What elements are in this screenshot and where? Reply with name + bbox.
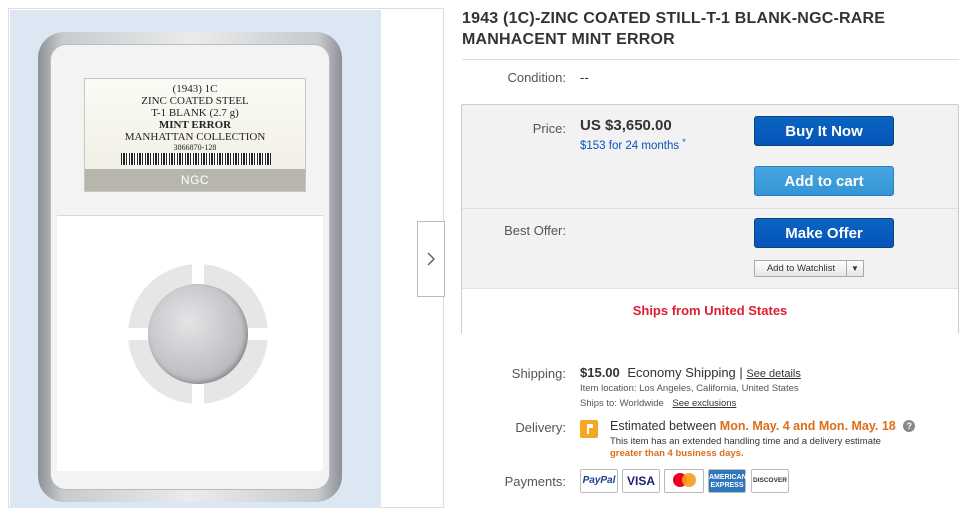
watchlist-control[interactable]: Add to Watchlist ▼: [754, 260, 864, 277]
price-label: Price:: [532, 121, 566, 136]
label-line-cert: 3866870-128: [173, 143, 217, 152]
make-offer-button[interactable]: Make Offer: [754, 218, 894, 248]
label-line-error: MINT ERROR: [158, 119, 232, 131]
slab-label: (1943) 1C ZINC COATED STEEL T-1 BLANK (2…: [84, 78, 306, 192]
item-location: Item location: Los Angeles, California, …: [580, 383, 799, 394]
coin-holder: [128, 264, 268, 404]
financing-link[interactable]: $153 for 24 months *: [580, 137, 686, 152]
item-photo[interactable]: (1943) 1C ZINC COATED STEEL T-1 BLANK (2…: [10, 10, 381, 508]
buy-it-now-button[interactable]: Buy It Now: [754, 116, 894, 146]
label-line-composition: ZINC COATED STEEL: [141, 95, 249, 107]
coin: [148, 284, 248, 384]
image-gallery: (1943) 1C ZINC COATED STEEL T-1 BLANK (2…: [8, 8, 445, 508]
help-icon[interactable]: ?: [903, 420, 916, 432]
label-line-blank: T-1 BLANK (2.7 g): [151, 107, 239, 119]
shipping-method: Economy Shipping |: [627, 365, 743, 380]
shipping-info: $15.00 Economy Shipping | See details: [580, 365, 801, 380]
discover-text: DISCOVER: [753, 477, 787, 484]
delivery-note: This item has an extended handling time …: [610, 436, 881, 447]
flag-icon: [580, 420, 598, 438]
mastercard-yellow-circle: [682, 473, 696, 487]
shipping-label: Shipping:: [511, 366, 566, 381]
label-line-collection: MANHATTAN COLLECTION: [124, 131, 266, 143]
label-line-date: (1943) 1C: [172, 83, 218, 95]
see-details-link[interactable]: See details: [746, 368, 800, 380]
ngc-logo: NGC: [180, 173, 210, 187]
caret-down-icon: ▼: [851, 264, 859, 273]
divider: [462, 59, 959, 60]
buy-box: Price: US $3,650.00 $153 for 24 months *…: [461, 104, 959, 334]
holder-prong: [192, 264, 204, 284]
delivery-note-emphasis: greater than 4 business days.: [610, 448, 744, 459]
delivery-prefix: Estimated between: [610, 419, 717, 433]
delivery-estimate: Estimated between Mon. May. 4 and Mon. M…: [610, 419, 916, 433]
barcode: [121, 153, 271, 165]
see-exclusions-link[interactable]: See exclusions: [672, 398, 736, 409]
chevron-right-icon: [427, 252, 436, 266]
condition-label: Condition:: [507, 70, 566, 85]
divider: [462, 208, 958, 209]
item-title: 1943 (1C)-ZINC COATED STILL-T-1 BLANK-NG…: [462, 10, 886, 48]
discover-logo: DISCOVER: [751, 469, 789, 493]
holder-prong: [128, 328, 148, 340]
delivery-dates: Mon. May. 4 and Mon. May. 18: [719, 419, 896, 433]
payments-label: Payments:: [504, 474, 566, 489]
add-to-watchlist-button[interactable]: Add to Watchlist: [755, 261, 847, 276]
watchlist-dropdown-button[interactable]: ▼: [846, 261, 863, 276]
coin-slab: (1943) 1C ZINC COATED STEEL T-1 BLANK (2…: [38, 32, 342, 502]
paypal-logo: PayPal: [580, 469, 618, 493]
mastercard-logo: [664, 469, 704, 493]
ships-from-band: Ships from United States: [462, 288, 958, 334]
info-asterisk-icon: *: [682, 137, 686, 147]
condition-value: --: [580, 70, 589, 85]
amex-logo: AMERICAN EXPRESS: [708, 469, 747, 493]
shipping-cost: $15.00: [580, 365, 620, 380]
visa-logo: VISA: [622, 469, 660, 493]
delivery-label: Delivery:: [515, 420, 566, 435]
financing-text: $153 for 24 months: [580, 140, 680, 152]
next-image-button[interactable]: [417, 221, 445, 297]
add-to-cart-button[interactable]: Add to cart: [754, 166, 894, 196]
holder-prong: [248, 328, 268, 340]
ships-to-text: Ships to: Worldwide: [580, 398, 664, 409]
best-offer-label: Best Offer:: [504, 223, 566, 238]
price-value: US $3,650.00: [580, 117, 672, 134]
ships-from-text: Ships from United States: [632, 303, 788, 318]
ships-to: Ships to: Worldwide See exclusions: [580, 398, 736, 409]
holder-prong: [192, 384, 204, 404]
